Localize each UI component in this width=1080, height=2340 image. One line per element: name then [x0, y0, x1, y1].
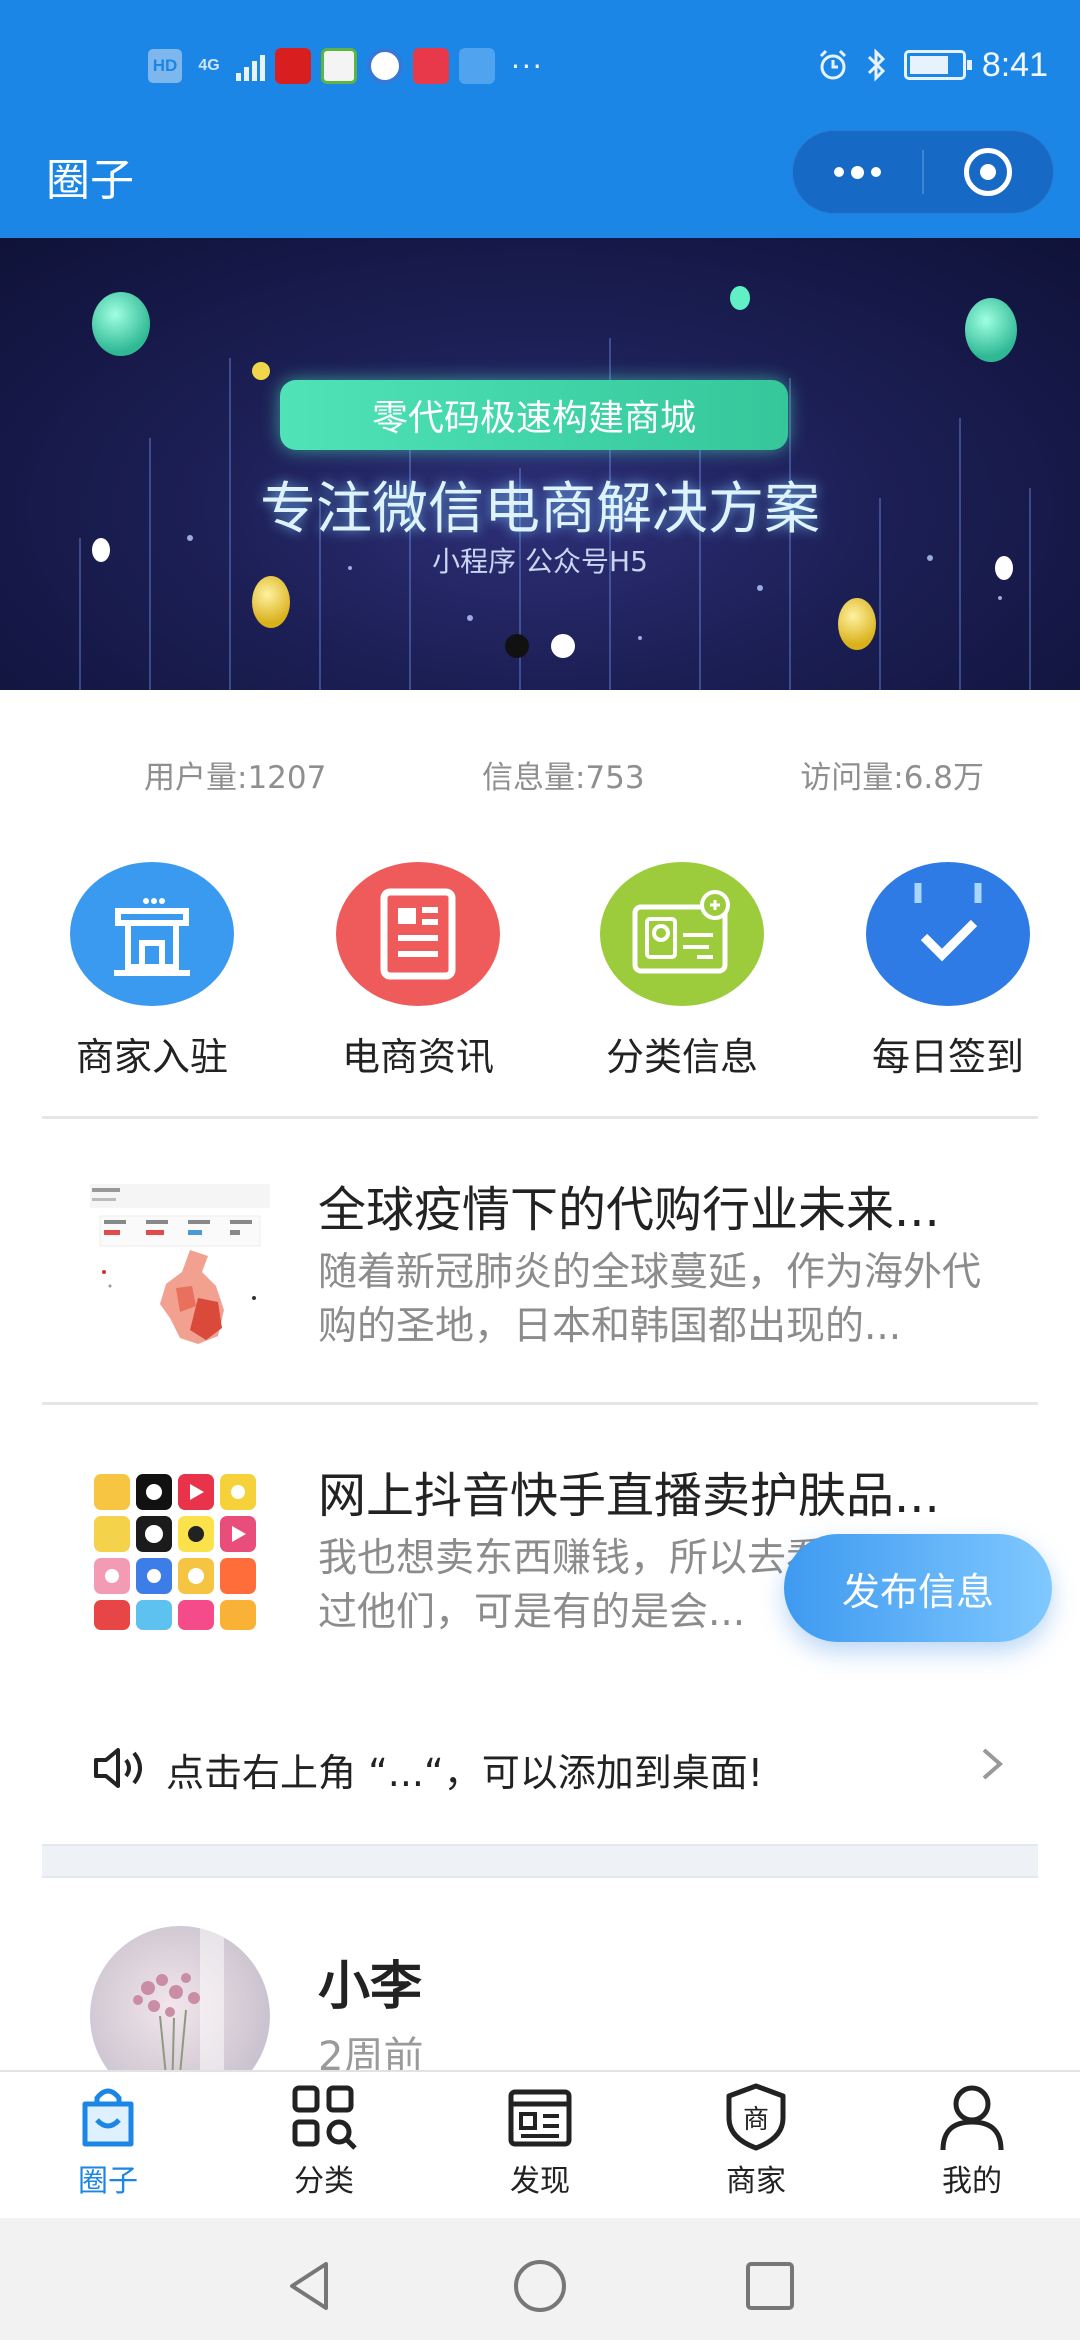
tab-label: 分类: [294, 2164, 354, 2199]
quick-action-label: 分类信息: [605, 1035, 758, 1079]
bag-icon: [82, 2088, 134, 2147]
tab-label: 商家: [726, 2164, 786, 2199]
more-dot-icon: [851, 165, 864, 179]
stat-users: 用户量:1207: [144, 760, 327, 796]
alarm-icon: [819, 49, 846, 80]
target-icon: [964, 148, 1013, 196]
clock: 8:41: [981, 45, 1048, 84]
tab-merchant[interactable]: 商 商家: [676, 2082, 836, 2212]
divider: [42, 1116, 1038, 1119]
section-separator: [42, 1844, 1038, 1878]
banner-bubble: [252, 362, 270, 380]
article-thumbnail-map: [90, 1168, 270, 1348]
netease-app-icon: [275, 48, 311, 84]
banner-headline: 专注微信电商解决方案: [260, 477, 820, 542]
more-dot-icon: [871, 167, 881, 177]
close-miniprogram-button[interactable]: [924, 130, 1053, 214]
article-item[interactable]: 全球疫情下的代购行业未来... 随着新冠肺炎的全球蔓延，作为海外代购的圣地，日本…: [0, 1146, 1080, 1406]
title-bar: 圈子: [0, 130, 1080, 238]
bottom-tab-bar: 圈子 分类 发现 商 商家 我的: [0, 2070, 1080, 2218]
storefront-icon: [70, 862, 234, 1006]
quick-actions: 商家入驻 电商资讯 分类信息 每日签到: [0, 862, 1080, 1082]
category-search-icon: [292, 2085, 357, 2150]
carousel-dot[interactable]: [551, 634, 575, 658]
status-left: HD 4G ···: [148, 44, 544, 88]
merchant-shield-icon: 商: [726, 2083, 786, 2151]
bluetooth-icon: [867, 48, 885, 82]
tab-label: 发现: [510, 2164, 570, 2199]
app-notification-icon: [321, 48, 357, 84]
more-notifications-icon: ···: [511, 49, 544, 83]
carousel-dot-active[interactable]: [505, 634, 529, 658]
system-navigation-bar: [0, 2218, 1080, 2340]
banner-carousel[interactable]: 零代码极速构建商城 专注微信电商解决方案 小程序 公众号H5: [0, 238, 1080, 690]
more-dot-icon: [834, 167, 844, 177]
speaker-icon: [94, 1748, 142, 1788]
banner-subtitle: 小程序 公众号H5: [432, 545, 648, 578]
site-stats: 用户量:1207 信息量:753 访问量:6.8万: [0, 752, 1080, 812]
banner-bubble: [252, 576, 290, 628]
tab-mine[interactable]: 我的: [892, 2082, 1052, 2212]
article-thumbnail-apps: [90, 1454, 270, 1634]
home-icon[interactable]: [510, 2256, 570, 2316]
quick-action-label: 商家入驻: [75, 1035, 228, 1079]
miniprogram-capsule: [792, 130, 1054, 214]
tab-circle[interactable]: 圈子: [28, 2082, 188, 2212]
quick-action-daily-checkin[interactable]: 每日签到: [848, 862, 1048, 1081]
svg-text:商: 商: [743, 2105, 769, 2135]
divider: [42, 1402, 1038, 1405]
huawei-app-icon: [413, 48, 449, 84]
article-description: 随着新冠肺炎的全球蔓延，作为海外代购的圣地，日本和韩国都出现的...: [318, 1250, 982, 1349]
article-title: 网上抖音快手直播卖护肤品...: [318, 1468, 940, 1524]
quick-action-classified[interactable]: 分类信息: [582, 862, 782, 1081]
quick-action-merchant-join[interactable]: 商家入驻: [52, 862, 252, 1081]
calendar-check-icon: [866, 862, 1030, 1006]
user-icon: [940, 2085, 1004, 2151]
post-author-name[interactable]: 小李: [318, 1944, 422, 2019]
quick-action-label: 电商资讯: [341, 1035, 494, 1079]
hd-badge: HD: [148, 49, 182, 83]
battery-icon: [903, 50, 972, 80]
status-right: 8:41: [816, 40, 1048, 90]
quick-action-ecommerce-news[interactable]: 电商资讯: [318, 862, 518, 1081]
tab-label: 我的: [942, 2164, 1002, 2199]
carousel-indicator: [0, 634, 1080, 658]
stat-visits: 访问量:6.8万: [800, 760, 984, 796]
tab-label: 圈子: [78, 2164, 138, 2199]
banner-pill: 零代码极速构建商城: [280, 380, 788, 450]
more-menu-button[interactable]: [793, 130, 922, 214]
browser-notification-icon: [367, 48, 403, 84]
tab-category[interactable]: 分类: [244, 2082, 404, 2212]
chevron-right-icon: [982, 1748, 1004, 1780]
add-to-desktop-notice[interactable]: 点击右上角 “...“，可以添加到桌面!: [0, 1720, 1080, 1810]
network-type: 4G: [198, 57, 220, 74]
article-title: 全球疫情下的代购行业未来...: [318, 1182, 940, 1238]
weather-app-icon: [459, 48, 495, 84]
recents-icon[interactable]: [740, 2256, 800, 2316]
banner-bubble: [965, 298, 1017, 362]
quick-action-label: 每日签到: [871, 1035, 1024, 1079]
status-bar: HD 4G ··· 8:41: [0, 0, 1080, 134]
page-title: 圈子: [46, 155, 134, 206]
banner-bubble: [92, 292, 150, 356]
banner-bubble: [730, 286, 750, 310]
publish-post-button[interactable]: 发布信息: [784, 1534, 1052, 1642]
notice-text: 点击右上角 “...“，可以添加到桌面!: [166, 1751, 763, 1795]
tab-discover[interactable]: 发现: [460, 2082, 620, 2212]
signal-icon: [236, 51, 265, 81]
back-icon[interactable]: [280, 2256, 340, 2316]
id-card-icon: [600, 862, 764, 1006]
stat-posts: 信息量:753: [481, 760, 645, 796]
news-icon: [336, 862, 500, 1006]
discover-icon: [508, 2089, 572, 2147]
